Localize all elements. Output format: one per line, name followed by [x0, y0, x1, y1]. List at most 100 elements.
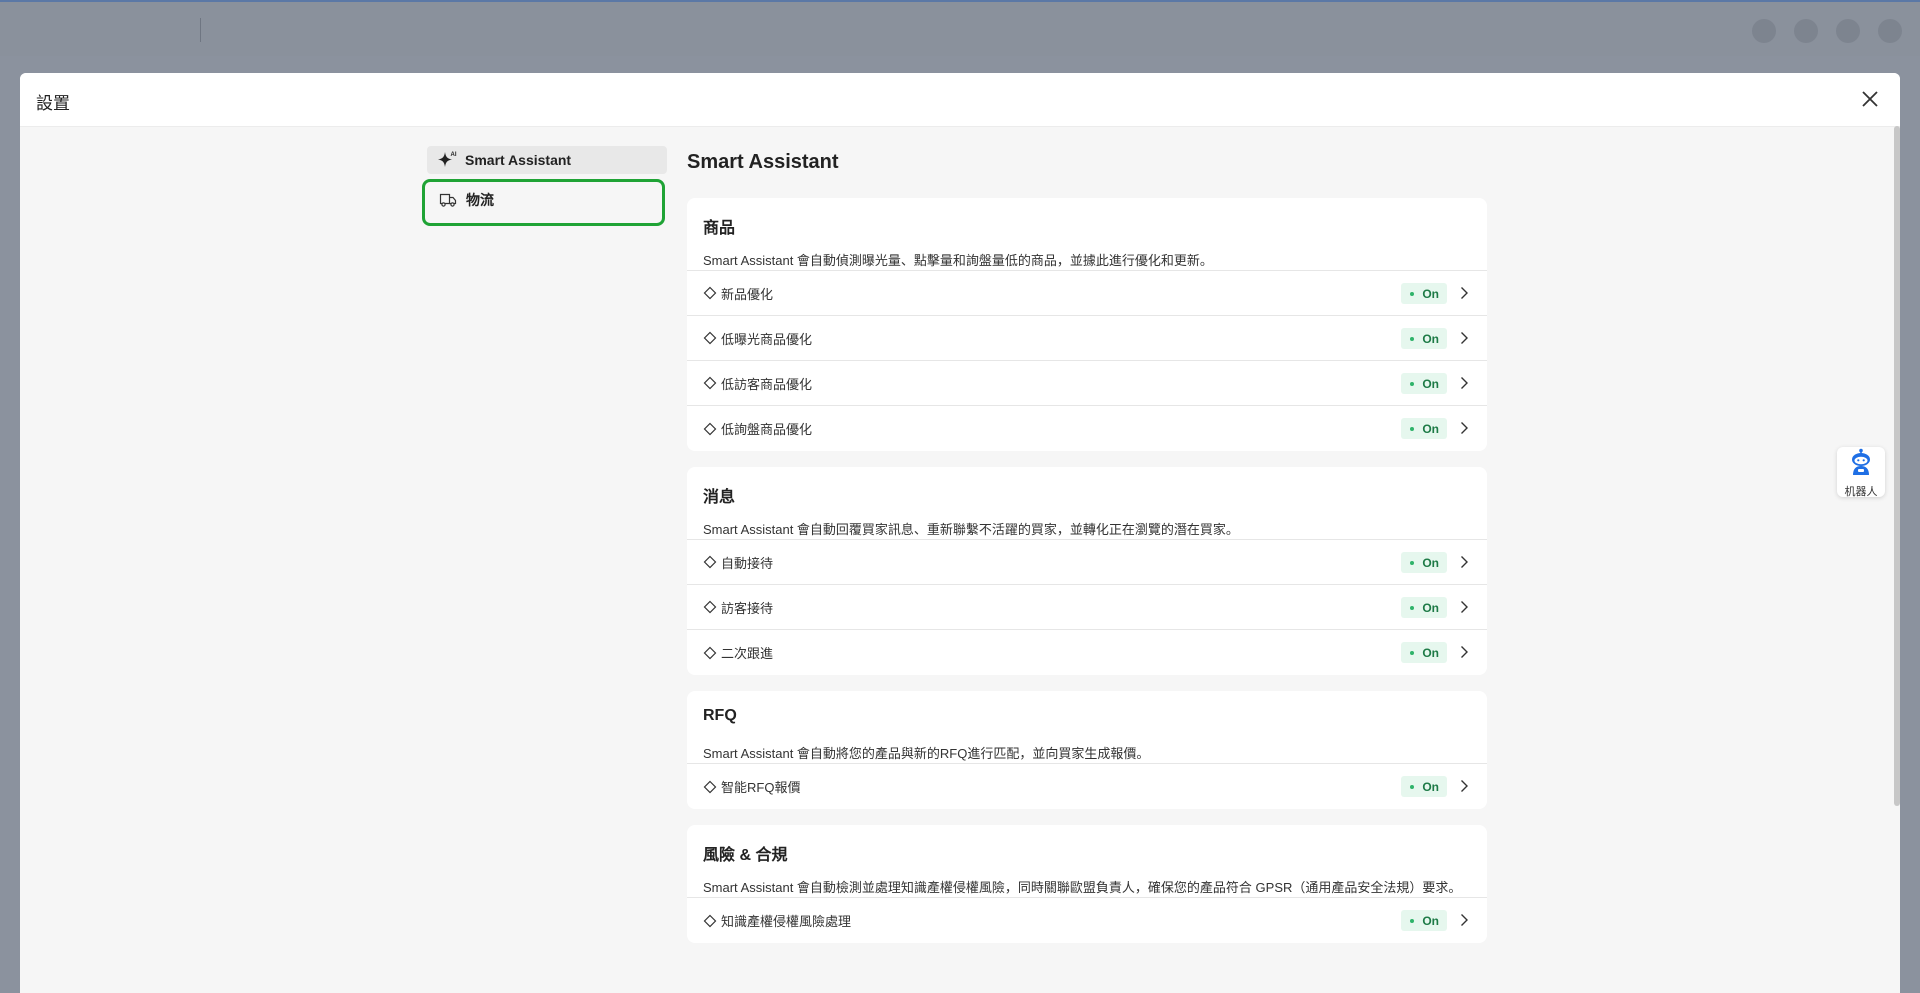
status-badge: On [1401, 642, 1447, 663]
robot-icon [1852, 448, 1870, 475]
chevron-right-icon [1461, 914, 1468, 926]
setting-row[interactable]: 二次跟進 On [687, 630, 1487, 675]
status-text: On [1422, 600, 1439, 615]
sparkle-icon [703, 331, 717, 345]
status-text: On [1422, 421, 1439, 436]
background-topbar [0, 0, 1920, 56]
setting-row[interactable]: 新品優化 On [687, 271, 1487, 316]
sparkle-icon [703, 600, 717, 614]
section-header: 風險 & 合規 Smart Assistant 會自動檢測並處理知識產權侵權風險… [687, 825, 1487, 898]
page-title: Smart Assistant [687, 151, 839, 173]
section-description: Smart Assistant 會自動偵測曝光量、點擊量和詢盤量低的商品，並據此… [703, 253, 1213, 268]
settings-modal: 設置 AI Smart Assistant 物流 Smart Assistant… [20, 73, 1900, 993]
section-header: 消息 Smart Assistant 會自動回覆買家訊息、重新聯繫不活躍的買家，… [687, 467, 1487, 540]
section-card-products: 商品 Smart Assistant 會自動偵測曝光量、點擊量和詢盤量低的商品，… [687, 198, 1487, 451]
status-text: On [1422, 645, 1439, 660]
status-text: On [1422, 779, 1439, 794]
settings-sidebar: AI Smart Assistant 物流 [422, 146, 667, 226]
chevron-right-icon [1461, 287, 1468, 299]
sidebar-item-label: 物流 [466, 192, 494, 208]
settings-content: Smart Assistant 商品 Smart Assistant 會自動偵測… [687, 146, 1487, 943]
setting-label: 二次跟進 [721, 646, 774, 661]
section-description: Smart Assistant 會自動回覆買家訊息、重新聯繫不活躍的買家，並轉化… [703, 522, 1239, 537]
robot-assistant-button[interactable]: 机器人 [1837, 447, 1885, 498]
chevron-right-icon [1461, 646, 1468, 658]
status-dot [1410, 784, 1415, 789]
section-description: Smart Assistant 會自動檢測並處理知識產權侵權風險，同時關聯歐盟負… [703, 880, 1462, 895]
sidebar-item-smart-assistant[interactable]: AI Smart Assistant [427, 146, 667, 174]
status-text: On [1422, 913, 1439, 928]
topbar-icon [1836, 19, 1860, 43]
status-badge: On [1401, 328, 1447, 349]
setting-row[interactable]: 自動接待 On [687, 540, 1487, 585]
status-badge: On [1401, 910, 1447, 931]
sparkle-icon [703, 914, 717, 928]
modal-title: 設置 [36, 94, 70, 113]
setting-label: 訪客接待 [721, 600, 774, 616]
sparkle-icon [703, 286, 717, 300]
ai-sparkle-icon: AI [436, 150, 458, 170]
section-title: RFQ [703, 707, 737, 724]
section-card-rfq: RFQ Smart Assistant 會自動將您的產品與新的RFQ進行匹配，並… [687, 691, 1487, 809]
status-dot [1410, 426, 1415, 431]
setting-label: 自動接待 [721, 555, 774, 571]
setting-label: 知識產權侵權風險處理 [721, 914, 852, 929]
status-badge: On [1401, 776, 1447, 797]
status-text: On [1422, 331, 1439, 346]
truck-icon [437, 190, 459, 210]
sparkle-icon [703, 646, 717, 660]
setting-label: 低詢盤商品優化 [721, 422, 813, 437]
sparkle-icon [703, 422, 717, 436]
setting-label: 低曝光商品優化 [721, 331, 813, 347]
setting-row[interactable]: 低訪客商品優化 On [687, 361, 1487, 406]
section-description: Smart Assistant 會自動將您的產品與新的RFQ進行匹配，並向買家生… [703, 746, 1150, 761]
status-badge: On [1401, 552, 1447, 573]
status-text: On [1422, 555, 1439, 570]
chevron-right-icon [1461, 377, 1468, 389]
sparkle-icon [703, 376, 717, 390]
setting-label: 新品優化 [721, 286, 774, 302]
sparkle-icon [703, 780, 717, 794]
sidebar-item-label: Smart Assistant [465, 152, 572, 168]
setting-row[interactable]: 訪客接待 On [687, 585, 1487, 630]
setting-row[interactable]: 知識產權侵權風險處理 On [687, 898, 1487, 943]
chevron-right-icon [1461, 422, 1468, 434]
modal-header: 設置 [20, 73, 1900, 127]
section-title: 消息 [703, 489, 736, 506]
section-title: 商品 [703, 220, 736, 237]
close-button[interactable] [1858, 87, 1882, 111]
status-dot [1410, 381, 1415, 386]
status-badge: On [1401, 373, 1447, 394]
section-header: RFQ Smart Assistant 會自動將您的產品與新的RFQ進行匹配，並… [687, 691, 1487, 764]
sparkle-icon [703, 555, 717, 569]
topbar-icon [1878, 19, 1902, 43]
section-card-messages: 消息 Smart Assistant 會自動回覆買家訊息、重新聯繫不活躍的買家，… [687, 467, 1487, 675]
modal-scrollbar[interactable] [1894, 126, 1900, 806]
setting-label: 智能RFQ報價 [721, 780, 801, 795]
setting-label: 低訪客商品優化 [721, 376, 813, 392]
topbar-divider [200, 18, 201, 42]
close-icon [1862, 91, 1878, 107]
chevron-right-icon [1461, 332, 1468, 344]
status-dot [1410, 336, 1415, 341]
chevron-right-icon [1461, 601, 1468, 613]
status-dot [1410, 560, 1415, 565]
setting-row[interactable]: 低詢盤商品優化 On [687, 406, 1487, 451]
status-dot [1410, 650, 1415, 655]
status-text: On [1422, 286, 1439, 301]
status-dot [1410, 291, 1415, 296]
section-header: 商品 Smart Assistant 會自動偵測曝光量、點擊量和詢盤量低的商品，… [687, 198, 1487, 271]
setting-row[interactable]: 低曝光商品優化 On [687, 316, 1487, 361]
status-badge: On [1401, 597, 1447, 618]
section-card-risk-compliance: 風險 & 合規 Smart Assistant 會自動檢測並處理知識產權侵權風險… [687, 825, 1487, 943]
chevron-right-icon [1461, 556, 1468, 568]
robot-label: 机器人 [1844, 486, 1878, 498]
setting-row[interactable]: 智能RFQ報價 On [687, 764, 1487, 809]
svg-text:AI: AI [451, 152, 457, 158]
sidebar-item-logistics[interactable]: 物流 [422, 179, 665, 226]
section-title: 風險 & 合規 [703, 847, 788, 864]
status-badge: On [1401, 418, 1447, 439]
topbar-icon [1794, 19, 1818, 43]
topbar-icon [1752, 19, 1776, 43]
status-text: On [1422, 376, 1439, 391]
